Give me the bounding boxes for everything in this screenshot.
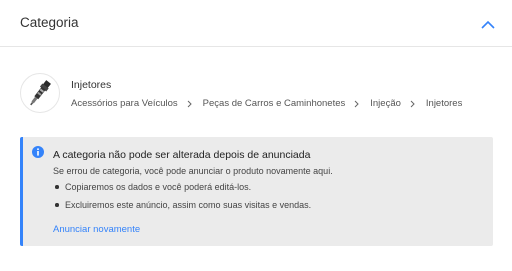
bullet-text: Excluiremos este anúncio, assim como sua…: [65, 200, 312, 210]
relist-link[interactable]: Anunciar novamente: [53, 224, 140, 235]
breadcrumb-item[interactable]: Injeção: [370, 98, 401, 109]
breadcrumb-item[interactable]: Peças de Carros e Caminhonetes: [203, 98, 346, 109]
breadcrumb-item[interactable]: Injetores: [426, 98, 462, 109]
product-thumbnail: [20, 73, 60, 113]
category-name: Injetores: [71, 79, 112, 91]
list-item: Copiaremos os dados e você poderá editá-…: [53, 181, 311, 199]
chevron-right-icon: [410, 100, 415, 107]
chevron-right-icon: [354, 100, 359, 107]
category-row: Injetores Acessórios para Veículos Peças…: [20, 73, 500, 113]
breadcrumb-item[interactable]: Acessórios para Veículos: [71, 98, 178, 109]
injector-image: [30, 80, 51, 106]
notice-subtitle: Se errou de categoria, você pode anuncia…: [53, 166, 333, 176]
breadcrumb: Acessórios para Veículos Peças de Carros…: [71, 98, 462, 109]
info-icon: [32, 146, 44, 158]
bullet-dot: [55, 185, 59, 189]
notice-bullet-list: Copiaremos os dados e você poderá editá-…: [53, 181, 311, 217]
chevron-up-icon[interactable]: [481, 20, 495, 29]
bullet-text: Copiaremos os dados e você poderá editá-…: [65, 182, 252, 192]
category-notice: A categoria não pode ser alterada depois…: [20, 137, 493, 246]
notice-title: A categoria não pode ser alterada depois…: [53, 149, 311, 161]
list-item: Excluiremos este anúncio, assim como sua…: [53, 199, 311, 217]
bullet-dot: [55, 203, 59, 207]
chevron-right-icon: [187, 100, 192, 107]
category-section-header: Categoria: [0, 0, 512, 47]
section-title: Categoria: [20, 15, 79, 30]
